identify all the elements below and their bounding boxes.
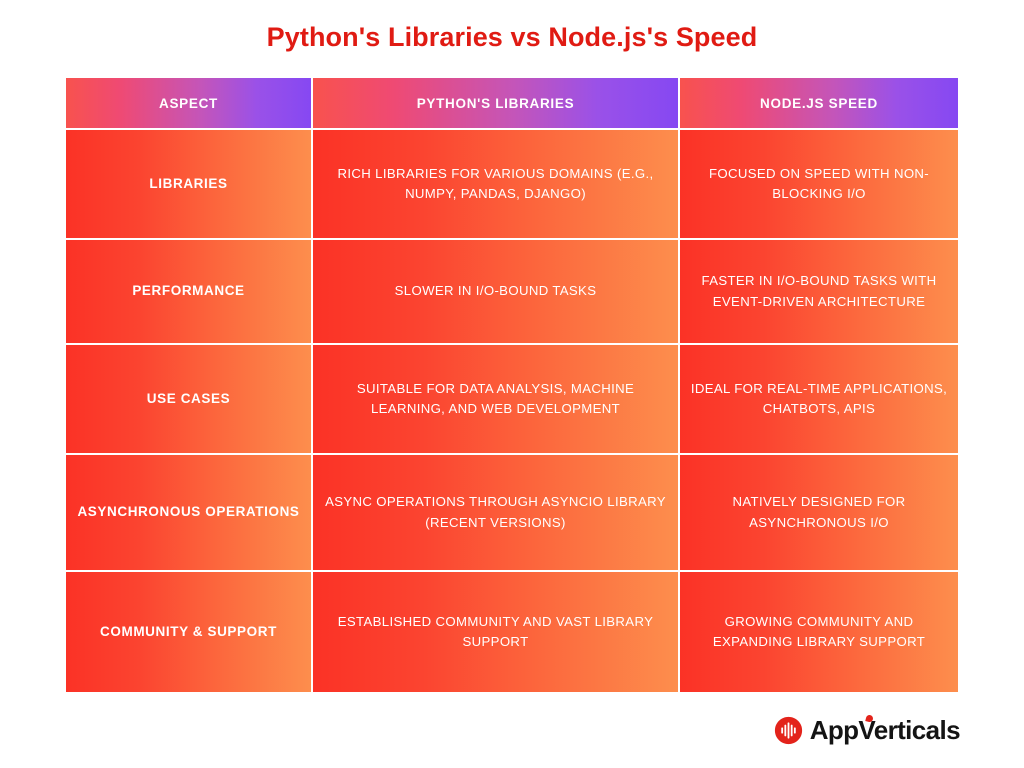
column-header-aspect-label: ASPECT (159, 95, 218, 111)
row-node-text: FOCUSED ON SPEED WITH NON-BLOCKING I/O (708, 165, 930, 201)
row-aspect-cell: USE CASES (66, 345, 311, 453)
row-python-cell: RICH LIBRARIES FOR VARIOUS DOMAINS (E.G.… (313, 130, 678, 238)
row-node-cell: NATIVELY DESIGNED FOR ASYNCHRONOUS I/O (680, 455, 958, 570)
row-python-cell: SLOWER IN I/O-BOUND TASKS (313, 240, 678, 343)
table-row: LIBRARIES RICH LIBRARIES FOR VARIOUS DOM… (66, 130, 958, 238)
row-node-cell: IDEAL FOR REAL-TIME APPLICATIONS, CHATBO… (680, 345, 958, 453)
row-aspect-label: USE CASES (146, 390, 231, 406)
brand-wordmark-text: AppVerticals (809, 715, 961, 745)
row-python-text: ASYNC OPERATIONS THROUGH ASYNCIO LIBRARY… (325, 494, 666, 530)
row-aspect-cell: PERFORMANCE (66, 240, 311, 343)
row-node-text: NATIVELY DESIGNED FOR ASYNCHRONOUS I/O (732, 494, 906, 530)
row-python-text: SLOWER IN I/O-BOUND TASKS (394, 283, 597, 299)
appverticals-bars-icon (774, 716, 802, 744)
table-row: COMMUNITY & SUPPORT ESTABLISHED COMMUNIT… (66, 572, 958, 692)
brand-logo: AppVerticals (774, 714, 961, 746)
row-node-cell: FASTER IN I/O-BOUND TASKS WITH EVENT-DRI… (680, 240, 958, 343)
row-node-text: GROWING COMMUNITY AND EXPANDING LIBRARY … (712, 613, 926, 649)
row-aspect-label: LIBRARIES (149, 175, 228, 191)
row-node-text: IDEAL FOR REAL-TIME APPLICATIONS, CHATBO… (690, 380, 948, 416)
row-python-cell: ESTABLISHED COMMUNITY AND VAST LIBRARY S… (313, 572, 678, 692)
row-python-cell: ASYNC OPERATIONS THROUGH ASYNCIO LIBRARY… (313, 455, 678, 570)
row-aspect-label: COMMUNITY & SUPPORT (100, 623, 277, 639)
row-node-cell: FOCUSED ON SPEED WITH NON-BLOCKING I/O (680, 130, 958, 238)
column-header-node: NODE.JS SPEED (680, 78, 958, 128)
infographic-page: Python's Libraries vs Node.js's Speed AS… (0, 0, 1024, 768)
row-aspect-cell: COMMUNITY & SUPPORT (66, 572, 311, 692)
page-title: Python's Libraries vs Node.js's Speed (266, 22, 758, 52)
row-node-text: FASTER IN I/O-BOUND TASKS WITH EVENT-DRI… (701, 273, 937, 309)
row-python-text: RICH LIBRARIES FOR VARIOUS DOMAINS (E.G.… (337, 165, 654, 201)
row-aspect-cell: ASYNCHRONOUS OPERATIONS (66, 455, 311, 570)
brand-wordmark: AppVerticals (809, 714, 961, 745)
table-row: PERFORMANCE SLOWER IN I/O-BOUND TASKS FA… (66, 240, 958, 343)
row-python-cell: SUITABLE FOR DATA ANALYSIS, MACHINE LEAR… (313, 345, 678, 453)
row-aspect-label: ASYNCHRONOUS OPERATIONS (77, 504, 300, 520)
row-python-text: SUITABLE FOR DATA ANALYSIS, MACHINE LEAR… (356, 380, 635, 416)
row-python-text: ESTABLISHED COMMUNITY AND VAST LIBRARY S… (337, 613, 654, 649)
comparison-table: ASPECT PYTHON'S LIBRARIES NODE.JS SPEED … (66, 78, 958, 692)
column-header-aspect: ASPECT (66, 78, 311, 128)
column-header-python-label: PYTHON'S LIBRARIES (416, 95, 575, 111)
row-aspect-label: PERFORMANCE (132, 283, 245, 299)
column-header-python: PYTHON'S LIBRARIES (313, 78, 678, 128)
table-row: USE CASES SUITABLE FOR DATA ANALYSIS, MA… (66, 345, 958, 453)
row-aspect-cell: LIBRARIES (66, 130, 311, 238)
table-row: ASYNCHRONOUS OPERATIONS ASYNC OPERATIONS… (66, 455, 958, 570)
column-header-node-label: NODE.JS SPEED (760, 95, 878, 111)
table-header-row: ASPECT PYTHON'S LIBRARIES NODE.JS SPEED (66, 78, 958, 128)
row-node-cell: GROWING COMMUNITY AND EXPANDING LIBRARY … (680, 572, 958, 692)
